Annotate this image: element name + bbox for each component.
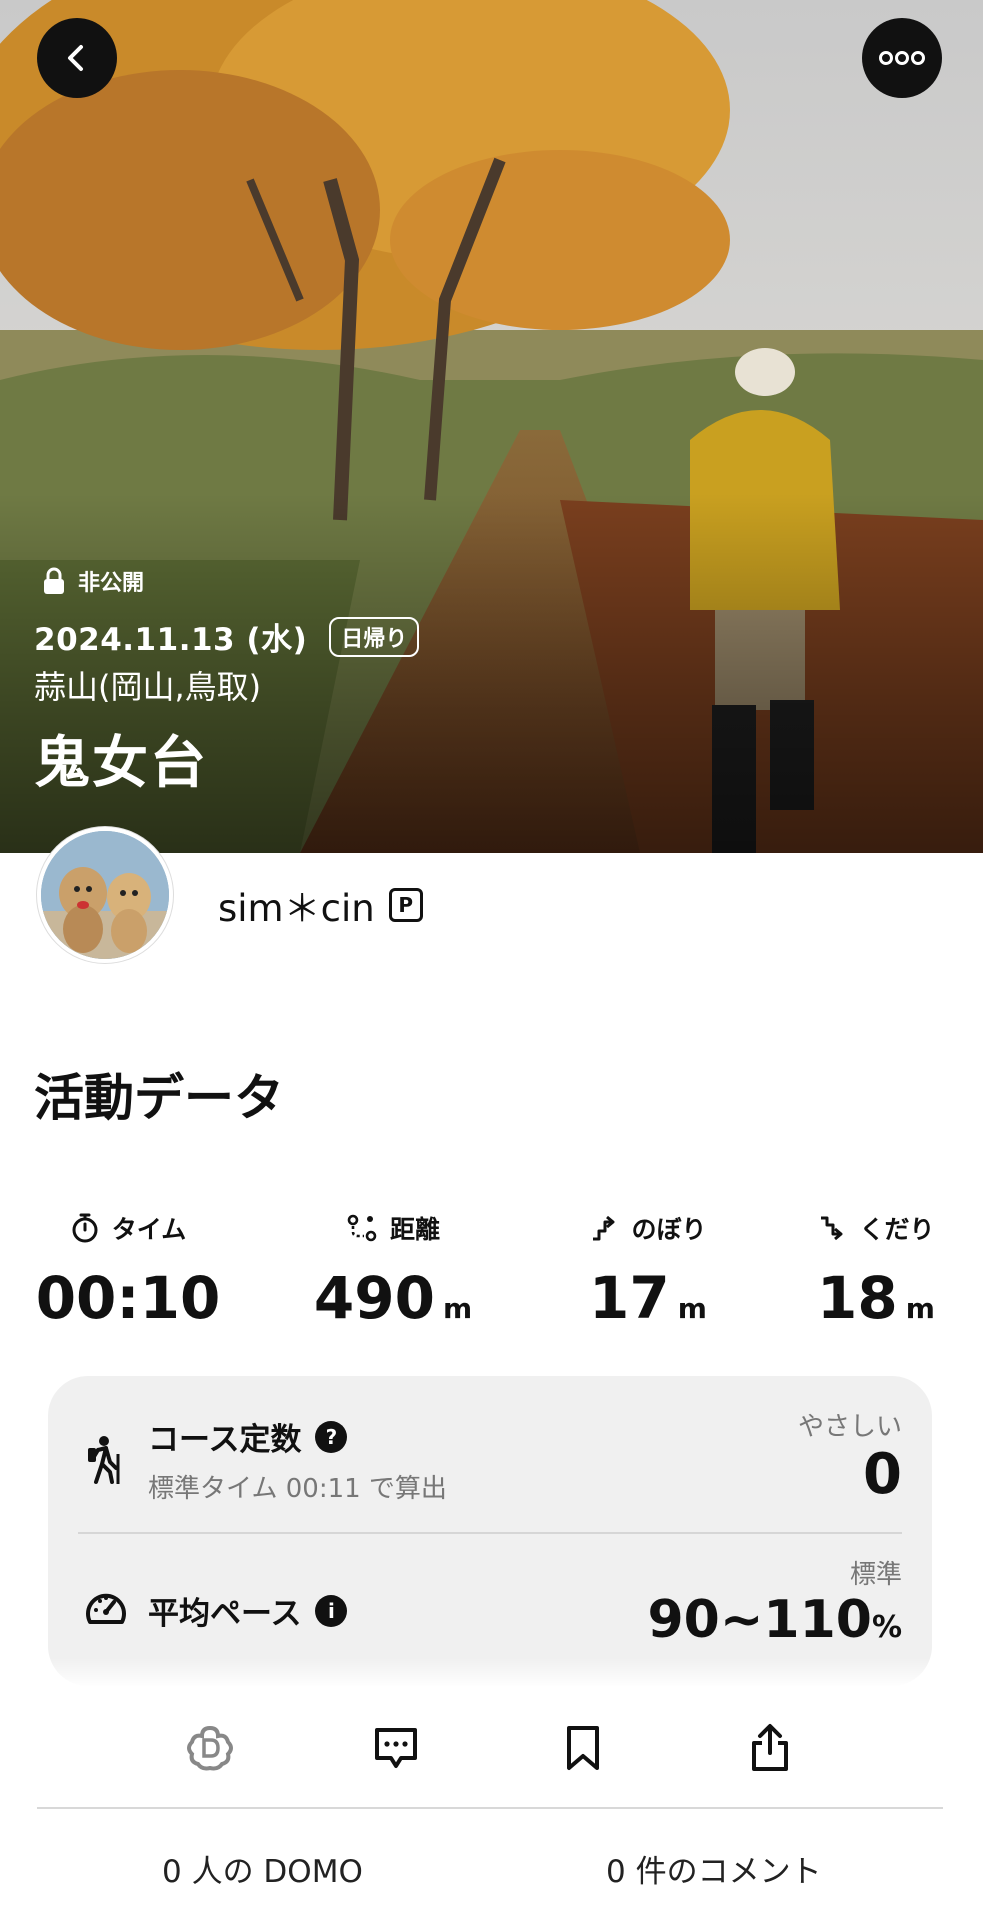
stat-distance: 距離 490 m — [273, 1208, 513, 1341]
bookmark-icon — [567, 1726, 599, 1770]
action-bar-divider — [37, 1807, 943, 1809]
activity-summary-card: コース定数 ? 標準タイム 00:11 で算出 やさしい 0 平均ペース i 標… — [48, 1376, 932, 1686]
stat-label: のぼり — [631, 1215, 707, 1244]
average-pace-value: 90~110% — [647, 1590, 902, 1650]
stat-value: 00:10 — [35, 1264, 221, 1332]
comment-count[interactable]: 0 件のコメント — [606, 1846, 822, 1891]
domo-count[interactable]: 0 人の DOMO — [162, 1846, 363, 1891]
dogs-avatar-image — [41, 831, 169, 959]
course-constant-subtitle: 標準タイム 00:11 で算出 — [148, 1474, 447, 1504]
back-button[interactable] — [37, 18, 117, 98]
course-constant-title: コース定数 ? — [148, 1414, 348, 1459]
stat-label: くだり — [859, 1215, 935, 1244]
avatar[interactable] — [37, 827, 173, 963]
stat-value: 490 — [313, 1264, 435, 1332]
stat-unit: m — [905, 1292, 935, 1325]
pace-level: 標準 — [849, 1560, 902, 1590]
stat-unit: m — [442, 1292, 473, 1325]
username: sim＊cin — [218, 887, 375, 930]
stopwatch-icon — [72, 1213, 98, 1243]
share-button[interactable] — [740, 1718, 800, 1778]
stat-unit: m — [677, 1292, 707, 1325]
share-icon — [752, 1724, 788, 1771]
comment-icon — [375, 1728, 417, 1768]
date-row: 2024.11.13 (水) 日帰り — [34, 614, 420, 659]
privacy-label: 非公開 — [78, 571, 145, 596]
username-row[interactable]: sim＊cin P — [218, 878, 423, 932]
course-constant-row[interactable]: コース定数 ? 標準タイム 00:11 で算出 やさしい 0 — [48, 1376, 932, 1532]
stat-time: タイム 00:10 — [8, 1208, 248, 1330]
bookmark-button[interactable] — [553, 1718, 613, 1778]
average-pace-label: 平均ペース — [148, 1596, 302, 1632]
stat-value: 18 — [817, 1264, 898, 1332]
comment-button[interactable] — [366, 1718, 426, 1778]
stat-label: 距離 — [389, 1215, 440, 1244]
info-icon[interactable]: i — [315, 1594, 348, 1627]
speedometer-icon — [84, 1588, 128, 1632]
hiker-icon — [84, 1434, 124, 1490]
activity-title: 鬼女台 — [34, 731, 208, 796]
scroll-fade — [0, 1658, 983, 1688]
hero-photo: 非公開 2024.11.13 (水) 日帰り 蒜山(岡山,鳥取) 鬼女台 — [0, 0, 983, 853]
pace-value: 90~110 — [647, 1590, 872, 1650]
trip-type-badge: 日帰り — [329, 616, 420, 657]
stat-value: 17 — [589, 1264, 670, 1332]
section-title-activity: 活動データ — [34, 1069, 284, 1127]
pace-unit: % — [871, 1610, 902, 1645]
action-bar — [0, 1688, 983, 1808]
premium-badge: P — [388, 888, 423, 922]
course-constant-label: コース定数 — [148, 1422, 302, 1458]
descent-arrow-icon — [821, 1216, 843, 1241]
activity-date: 2024.11.13 (水) — [34, 622, 308, 658]
stat-descent: くだり 18 m — [756, 1208, 983, 1341]
stat-label: タイム — [111, 1215, 187, 1244]
more-button[interactable] — [862, 18, 942, 98]
privacy-badge: 非公開 — [42, 558, 144, 604]
location-text: 蒜山(岡山,鳥取) — [34, 668, 262, 706]
back-arrow-icon — [68, 45, 83, 71]
lock-icon — [42, 567, 66, 595]
domo-button[interactable] — [180, 1718, 240, 1778]
route-icon — [347, 1214, 377, 1242]
domo-flower-icon — [187, 1725, 233, 1771]
average-pace-title: 平均ペース i — [148, 1588, 348, 1633]
course-difficulty: やさしい — [797, 1412, 902, 1442]
help-icon[interactable]: ? — [315, 1420, 348, 1453]
ascent-arrow-icon — [593, 1215, 615, 1241]
stat-ascent: のぼり 17 m — [528, 1208, 768, 1341]
course-constant-value: 0 — [863, 1442, 902, 1507]
more-dots-icon — [879, 51, 925, 65]
